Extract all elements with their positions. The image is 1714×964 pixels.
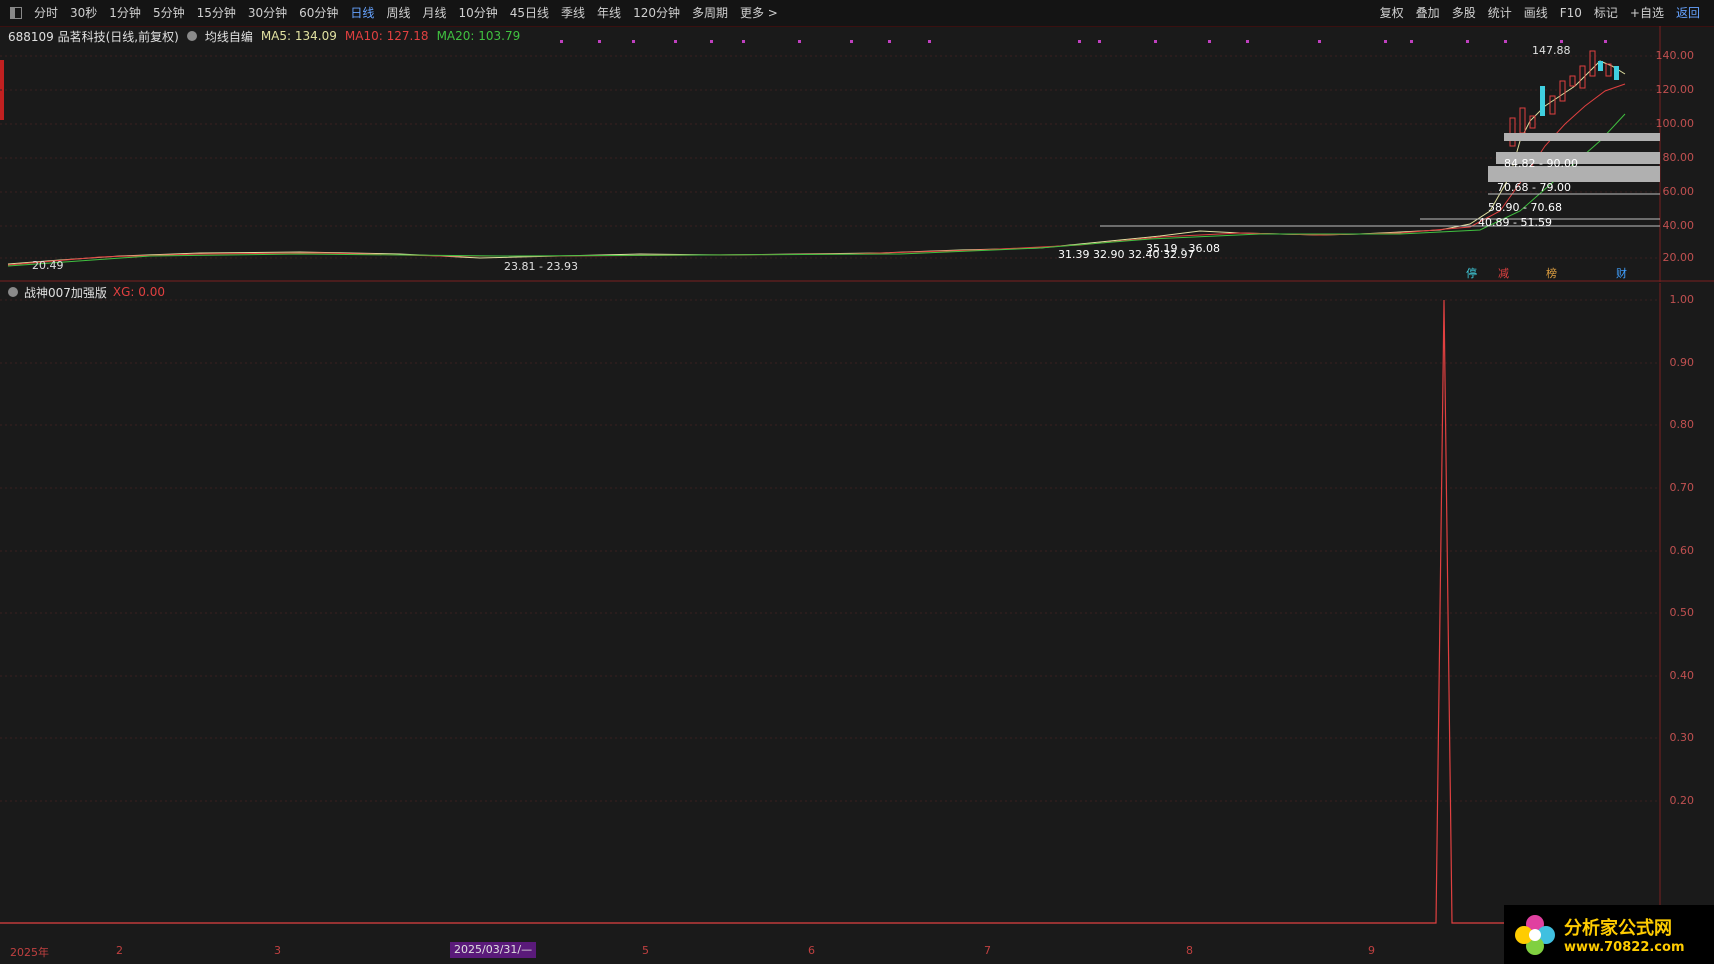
period-tab-12[interactable]: 季线 [555,0,591,26]
toolbar-right-3[interactable]: 统计 [1482,0,1518,26]
period-tab-16[interactable]: 更多 > [734,0,784,26]
sub-axis-tick: 0.60 [1669,544,1695,557]
event-stop[interactable]: 停 [1466,265,1477,281]
toolbar-right-5[interactable]: F10 [1554,0,1588,26]
period-tab-7[interactable]: 日线 [344,0,380,26]
date-month-5: 5 [642,944,649,957]
toolbar-right-7[interactable]: +自选 [1624,0,1670,26]
period-tab-10[interactable]: 10分钟 [452,0,503,26]
period-tab-2[interactable]: 1分钟 [103,0,147,26]
main-axis-tick: 20.00 [1662,251,1695,264]
date-year: 2025年 [10,946,49,959]
zone2-label: 70.68 - 79.00 [1497,181,1571,194]
main-axis-tick: 60.00 [1662,185,1695,198]
period-tab-0[interactable]: 分时 [28,0,64,26]
sub-axis-tick: 0.70 [1669,481,1695,494]
period-toolbar: 分时 30秒 1分钟 5分钟 15分钟 30分钟 60分钟 日线 周线 月线 10分钟 45日线 季线年… [0,0,1714,27]
toolbar-right-1[interactable]: 叠加 [1410,0,1446,26]
period-tab-9[interactable]: 月线 [416,0,452,26]
sub-axis-tick: 0.80 [1669,418,1695,431]
toolbar-right-6[interactable]: 标记 [1588,0,1624,26]
zone4-label: 40.89 - 51.59 [1478,216,1552,229]
sub-axis-tick: 0.50 [1669,606,1695,619]
high-label: 147.88 [1532,44,1571,57]
event-finance[interactable]: 财 [1616,265,1627,281]
sub-axis-tick: 0.20 [1669,794,1695,807]
flower-logo-icon [1515,914,1555,955]
date-month-6: 6 [808,944,815,957]
logo-url: www.70822.com [1564,940,1685,955]
logo-title: 分析家公式网 [1564,918,1672,939]
main-axis-tick: 100.00 [1655,117,1695,130]
date-month-2: 2 [116,944,123,957]
main-axis-tick: 40.00 [1662,219,1695,232]
date-month-8: 8 [1186,944,1193,957]
sub-axis-tick: 0.30 [1669,731,1695,744]
main-axis-tick: 80.00 [1662,151,1695,164]
period-tab-8[interactable]: 周线 [380,0,416,26]
sub-axis-tick: 0.90 [1669,356,1695,369]
period-tab-1[interactable]: 30秒 [64,0,103,26]
period-tab-5[interactable]: 30分钟 [242,0,293,26]
panel-toggle-icon[interactable] [10,7,22,19]
period-tab-6[interactable]: 60分钟 [293,0,344,26]
zone1-label: 84.82 - 90.00 [1504,157,1578,170]
period-tab-14[interactable]: 120分钟 [627,0,686,26]
period-tab-3[interactable]: 5分钟 [147,0,191,26]
date-selected[interactable]: 2025/03/31/— [450,942,537,958]
period-tab-15[interactable]: 多周期 [686,0,734,26]
low-left-label: 20.49 [32,259,64,272]
watermark-logo: 分析家公式网 www.70822.com [1504,905,1714,964]
toolbar-right-8[interactable]: 返回 [1670,0,1706,26]
sub-axis-tick: 1.00 [1669,293,1695,306]
candlestick-chart[interactable] [0,26,1714,282]
date-month-3: 3 [274,944,281,957]
date-month-9: 9 [1368,944,1375,957]
toolbar-right-0[interactable]: 复权 [1374,0,1410,26]
event-rank[interactable]: 榜 [1546,265,1557,281]
low-mid-label: 23.81 - 23.93 [504,260,578,273]
zone3-label: 58.90 - 70.68 [1488,201,1562,214]
mid-labels: 31.39 32.90 32.40 32.97 [1058,248,1195,261]
main-axis-tick: 120.00 [1655,83,1695,96]
period-tab-4[interactable]: 15分钟 [191,0,242,26]
xg-series-line [0,299,1660,924]
date-axis: 2025年 2 3 2025/03/31/— 5 6 7 8 9 [0,941,1670,961]
sub-axis-tick: 0.40 [1669,669,1695,682]
indicator-chart[interactable] [0,283,1714,938]
event-reduce[interactable]: 减 [1498,265,1509,281]
main-axis-tick: 140.00 [1655,49,1695,62]
date-month-7: 7 [984,944,991,957]
toolbar-right-4[interactable]: 画线 [1518,0,1554,26]
period-tab-13[interactable]: 年线 [591,0,627,26]
period-tab-11[interactable]: 45日线 [504,0,555,26]
toolbar-right-2[interactable]: 多股 [1446,0,1482,26]
